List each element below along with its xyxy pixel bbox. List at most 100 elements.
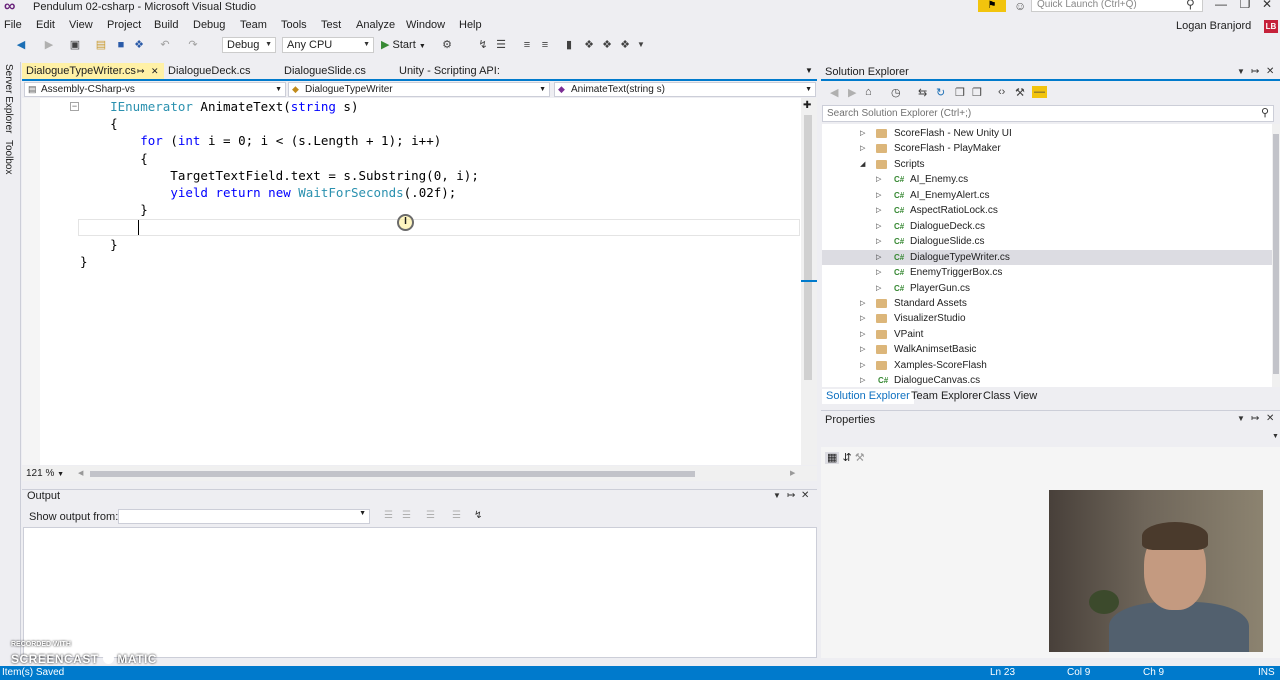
user-name[interactable]: Logan Branjord xyxy=(1176,20,1251,32)
tree-item[interactable]: ▷ C# AI_EnemyAlert.cs xyxy=(822,188,1272,203)
indent-icon[interactable]: ≡ xyxy=(520,38,534,52)
save-icon[interactable]: ■ xyxy=(114,38,128,52)
tab-class-view[interactable]: Class View xyxy=(979,389,1041,404)
solution-tree[interactable]: ▷ ScoreFlash - New Unity UI ▷ ScoreFlash - … xyxy=(822,124,1272,387)
bookmark-icon[interactable]: ▮ xyxy=(562,38,576,52)
chevron-right-icon[interactable]: ▷ xyxy=(860,126,865,141)
tree-item[interactable]: ▷ Standard Assets xyxy=(822,296,1272,311)
menu-help[interactable]: Help xyxy=(459,19,482,31)
project-nav-dropdown[interactable]: ▤ Assembly-CSharp-vs ▼ xyxy=(24,82,286,97)
code-line[interactable]: } xyxy=(80,236,118,253)
tree-item[interactable]: ▷ C# DialogueCanvas.cs xyxy=(822,373,1272,387)
menu-view[interactable]: View xyxy=(69,19,93,31)
tree-item[interactable]: ▷ C# PlayerGun.cs xyxy=(822,281,1272,296)
menu-test[interactable]: Test xyxy=(321,19,341,31)
server-explorer-tab[interactable]: Server Explorer xyxy=(3,64,14,133)
pin-icon[interactable]: ↦ xyxy=(1251,413,1259,424)
class-nav-dropdown[interactable]: ◆ DialogueTypeWriter ▼ xyxy=(288,82,550,97)
collapse-region-icon[interactable]: − xyxy=(70,102,79,111)
code-line[interactable]: { xyxy=(80,115,118,132)
pane-options-icon[interactable]: ▼ xyxy=(1237,67,1245,76)
open-file-icon[interactable]: ▤ xyxy=(94,38,108,52)
tree-item[interactable]: ▷ C# DialogueDeck.cs xyxy=(822,219,1272,234)
code-line[interactable]: } xyxy=(80,201,148,218)
tree-item[interactable]: ▷ C# AspectRatioLock.cs xyxy=(822,203,1272,218)
configuration-dropdown[interactable]: Debug ▼ xyxy=(222,37,276,53)
search-icon[interactable]: ⚲ xyxy=(1261,106,1269,121)
clear-all-icon[interactable]: ☰ xyxy=(452,510,461,521)
menu-debug[interactable]: Debug xyxy=(193,19,225,31)
pin-icon[interactable]: ↦ xyxy=(137,63,145,79)
alphabetical-icon[interactable]: ⇵ xyxy=(842,452,851,464)
tab-dialoguetypewriter[interactable]: DialogueTypeWriter.cs ↦ ✕ xyxy=(22,63,164,79)
tab-solution-explorer[interactable]: Solution Explorer xyxy=(822,389,914,404)
menu-analyze[interactable]: Analyze xyxy=(356,19,395,31)
code-line[interactable]: for (int i = 0; i < (s.Length + 1); i++) xyxy=(80,132,441,149)
chevron-right-icon[interactable]: ▷ xyxy=(860,296,865,311)
solution-search-input[interactable]: Search Solution Explorer (Ctrl+;) ⚲ xyxy=(822,105,1274,122)
prev-message-icon[interactable]: ☰ xyxy=(402,510,411,521)
undo-icon[interactable]: ↶ xyxy=(158,38,172,52)
object-dropdown-arrow-icon[interactable]: ▼ xyxy=(1272,433,1279,440)
forward-icon[interactable]: ▶ xyxy=(848,86,856,99)
chevron-right-icon[interactable]: ▷ xyxy=(860,141,865,156)
code-line[interactable]: TargetTextField.text = s.Substring(0, i)… xyxy=(80,167,479,184)
feedback-smiley-icon[interactable]: ☺ xyxy=(1014,0,1026,13)
close-icon[interactable]: ✕ xyxy=(1266,66,1274,77)
chevron-right-icon[interactable]: ▷ xyxy=(876,219,881,234)
chevron-right-icon[interactable]: ▷ xyxy=(876,265,881,280)
back-icon[interactable]: ◀ xyxy=(830,86,838,99)
chevron-right-icon[interactable]: ▷ xyxy=(876,203,881,218)
view-code-icon[interactable]: ‹› xyxy=(998,86,1005,98)
toolbox-tab[interactable]: Toolbox xyxy=(3,140,14,174)
pane-options-icon[interactable]: ▼ xyxy=(773,491,781,500)
notification-flag-icon[interactable]: ⚑ xyxy=(978,0,1006,12)
menu-project[interactable]: Project xyxy=(107,19,141,31)
properties-wrench-icon[interactable]: ⚒ xyxy=(1015,86,1025,99)
property-pages-icon[interactable]: ⚒ xyxy=(855,452,865,464)
menu-window[interactable]: Window xyxy=(406,19,445,31)
word-wrap-icon[interactable]: ↯ xyxy=(474,510,482,521)
minimize-button[interactable]: — xyxy=(1210,0,1232,11)
save-all-icon[interactable]: ❖ xyxy=(132,38,146,52)
step-icon[interactable]: ↯ xyxy=(476,38,490,52)
menu-team[interactable]: Team xyxy=(240,19,267,31)
tree-item[interactable]: ◢ Scripts xyxy=(822,157,1272,172)
tab-dialogueslide[interactable]: DialogueSlide.cs xyxy=(280,63,392,79)
preview-icon[interactable]: — xyxy=(1032,86,1047,98)
close-window-button[interactable]: ✕ xyxy=(1256,0,1278,11)
clear-bookmarks-icon[interactable]: ❖ xyxy=(618,38,632,52)
show-output-from-select[interactable]: ▼ xyxy=(118,509,370,524)
quick-launch-input[interactable]: Quick Launch (Ctrl+Q) xyxy=(1031,0,1203,12)
pin-icon[interactable]: ↦ xyxy=(1251,66,1259,77)
chevron-right-icon[interactable]: ▷ xyxy=(876,234,881,249)
code-line[interactable]: { xyxy=(80,150,148,167)
editor-vertical-scroll-thumb[interactable] xyxy=(804,115,812,380)
chevron-right-icon[interactable]: ▷ xyxy=(860,327,865,342)
pane-options-icon[interactable]: ▼ xyxy=(1237,414,1245,423)
close-icon[interactable]: ✕ xyxy=(801,490,809,501)
attach-icon[interactable]: ⚙ xyxy=(440,38,454,52)
new-project-icon[interactable]: ▣ xyxy=(68,38,82,52)
collapse-all-icon[interactable]: ❐ xyxy=(955,86,965,99)
chevron-right-icon[interactable]: ▷ xyxy=(876,250,881,265)
scroll-left-icon[interactable]: ◀ xyxy=(78,469,83,477)
tree-item[interactable]: ▷ C# DialogueSlide.cs xyxy=(822,234,1272,249)
next-bookmark-icon[interactable]: ❖ xyxy=(582,38,596,52)
tree-item[interactable]: ▷ ScoreFlash - New Unity UI xyxy=(822,126,1272,141)
redo-icon[interactable]: ↷ xyxy=(186,38,200,52)
menu-build[interactable]: Build xyxy=(154,19,178,31)
outdent-icon[interactable]: ≡ xyxy=(538,38,552,52)
tree-item[interactable]: ▷ C# DialogueTypeWriter.cs xyxy=(822,249,1272,265)
find-message-icon[interactable]: ☰ xyxy=(384,510,393,521)
chevron-right-icon[interactable]: ▷ xyxy=(860,342,865,357)
menu-file[interactable]: File xyxy=(4,19,22,31)
editor-horizontal-scroll-thumb[interactable] xyxy=(90,471,695,477)
solution-tree-scroll-thumb[interactable] xyxy=(1273,134,1279,374)
tab-overflow-icon[interactable]: ▼ xyxy=(805,66,813,75)
prev-bookmark-icon[interactable]: ❖ xyxy=(600,38,614,52)
tree-item[interactable]: ▷ WalkAnimsetBasic xyxy=(822,342,1272,357)
pin-icon[interactable]: ↦ xyxy=(787,490,795,501)
menu-tools[interactable]: Tools xyxy=(281,19,307,31)
tree-item[interactable]: ▷ C# EnemyTriggerBox.cs xyxy=(822,265,1272,280)
